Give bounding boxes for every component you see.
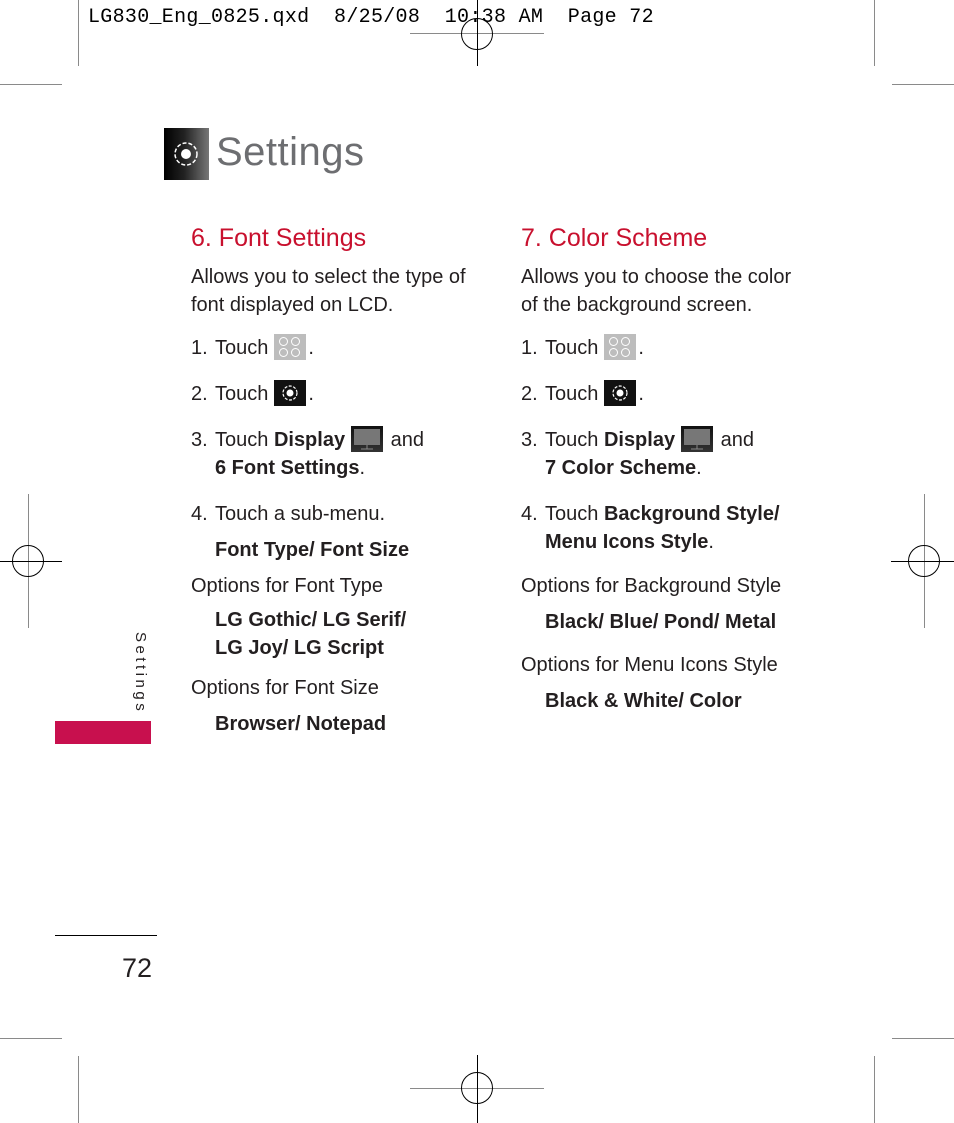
page-number: 72 [122,953,153,983]
settings-gear-icon [164,128,209,180]
crop-mark [874,1056,875,1123]
apps-grid-icon [604,334,637,360]
section-heading: 7. Color Scheme [521,224,708,252]
crop-mark [78,0,79,66]
side-tab-label: Settings [132,632,149,715]
options-list: Black/ Blue/ Pond/ Metal [545,611,777,633]
crop-mark [874,0,875,66]
section-color-scheme: 7. Color Scheme Allows you to choose the… [521,223,821,715]
crop-mark [892,1038,954,1039]
registration-mark [908,545,940,577]
footer-rule [55,935,157,936]
options-label: Options for Font Size [191,677,379,699]
apps-grid-icon [274,334,307,360]
section-heading: 6. Font Settings [191,224,367,252]
step: 3. Touch Display and 6 Font Settings. [191,426,491,482]
step: 2. Touch. [521,380,821,408]
options-list: Browser/ Notepad [215,713,387,735]
options-label: Options for Background Style [521,575,782,597]
step: 4. Touch a sub-menu. [191,503,386,525]
options-list: Black & White/ Color [545,690,742,712]
step: 4. Touch Background Style/ Menu Icons St… [521,503,780,553]
side-tab-bar [55,721,151,744]
options-label: Options for Menu Icons Style [521,654,778,676]
crop-mark [892,84,954,85]
page-title: Settings [216,130,365,174]
registration-mark [12,545,44,577]
print-slug: LG830_Eng_0825.qxd 8/25/08 10:38 AM Page… [88,6,654,29]
crop-mark [78,1056,79,1123]
settings-gear-icon [604,380,637,406]
settings-gear-icon [274,380,307,406]
options-list: LG Gothic/ LG Serif/ LG Joy/ LG Script [215,609,407,659]
display-monitor-icon [351,426,384,452]
display-monitor-icon [681,426,714,452]
step: 1. Touch. [521,334,821,362]
crop-mark [0,1038,62,1039]
step: 2. Touch. [191,380,491,408]
registration-mark [461,1072,493,1104]
crop-mark [0,84,62,85]
section-intro: Allows you to select the type of font di… [191,266,466,316]
options-label: Options for Font Type [191,575,383,597]
submenu-list: Font Type/ Font Size [215,539,410,561]
step: 1. Touch. [191,334,491,362]
section-font-settings: 6. Font Settings Allows you to select th… [191,223,491,738]
section-intro: Allows you to choose the color of the ba… [521,266,792,316]
step: 3. Touch Display and 7 Color Scheme. [521,426,821,482]
